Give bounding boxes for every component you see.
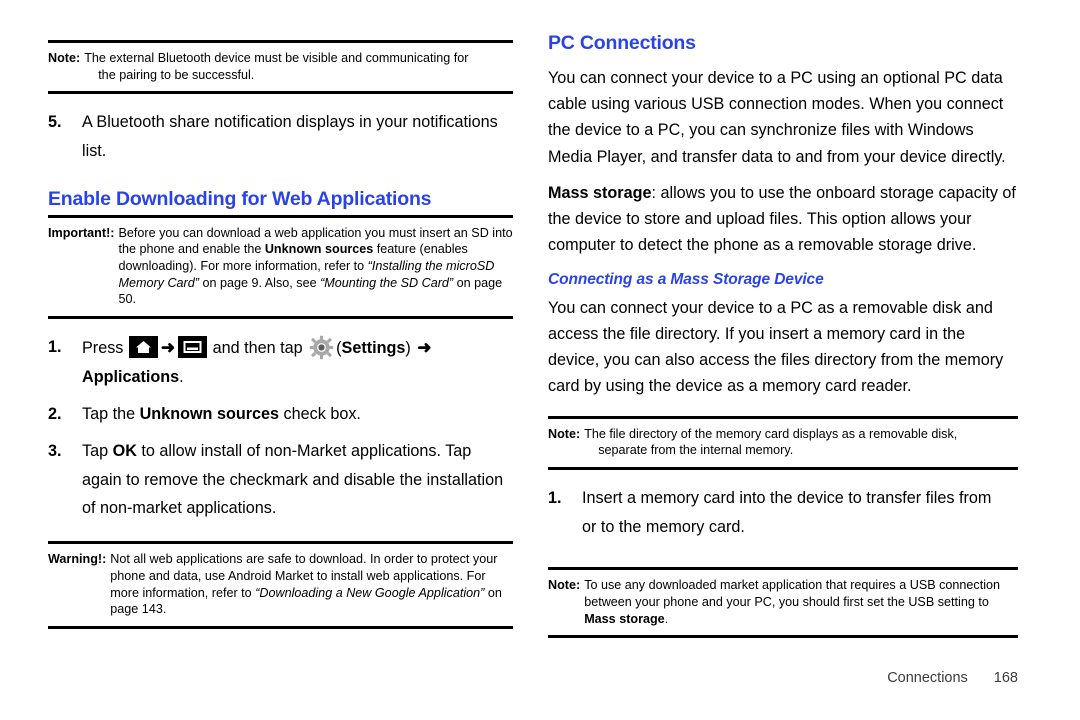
page-footer: Connections 168: [887, 670, 1018, 686]
footer-page-number: 168: [993, 670, 1018, 686]
step-text: A Bluetooth share notification displays …: [82, 108, 513, 166]
step-line-1: Insert a memory card into the device to …: [582, 488, 992, 507]
step-text: Press ➜ and then tap (Settings) ➜ Applica…: [82, 333, 513, 392]
step2-bold-unknown-sources: Unknown sources: [139, 405, 280, 423]
divider-after-warning: [48, 625, 513, 629]
list-item: 2. Tap the Unknown sources check box.: [48, 400, 513, 437]
note-label: Note:: [548, 578, 581, 593]
step-text: Insert a memory card into the device to …: [582, 484, 1018, 542]
step-line-1: A Bluetooth share notification displays …: [82, 113, 498, 132]
arrow-right-icon-2: ➜: [417, 337, 432, 357]
step-number: 3.: [48, 441, 62, 460]
arrow-right-icon: ➜: [160, 337, 176, 357]
step-number: 2.: [48, 405, 62, 423]
warning-text: Not all web applications are safe to dow…: [110, 551, 513, 617]
note-important: Important!: Before you can download a we…: [48, 218, 513, 316]
note-label: Note:: [48, 51, 81, 65]
list-item: 3. Tap OK to allow install of non-Market…: [48, 437, 513, 531]
step2-seg-1: Tap the: [82, 405, 140, 423]
step-number: 1.: [48, 337, 62, 356]
note-bluetooth: Note: The external Bluetooth device must…: [48, 43, 513, 91]
important-ref-mounting: “Mounting the SD Card”: [320, 275, 454, 290]
step-text: Tap the Unknown sources check box.: [82, 400, 513, 429]
note-text: The external Bluetooth device must be vi…: [84, 50, 513, 83]
step-number: 5.: [48, 113, 62, 132]
note-warning: Warning!: Not all web applications are s…: [48, 544, 513, 625]
step1-seg-paren-close: ): [405, 338, 411, 357]
note-line-1: The file directory of the memory card di…: [584, 426, 958, 441]
left-column: Note: The external Bluetooth device must…: [0, 0, 540, 720]
note-line-1: The external Bluetooth device must be vi…: [84, 51, 469, 65]
footer-chapter-name: Connections: [887, 670, 968, 686]
step2-seg-2: check box.: [279, 405, 361, 423]
step1-seg-press: Press: [82, 338, 124, 357]
paragraph-mass-storage: Mass storage: allows you to use the onbo…: [548, 180, 1018, 269]
note-file-directory: Note: The file directory of the memory c…: [548, 419, 1018, 467]
note-line-2: separate from the internal memory.: [598, 443, 794, 458]
note-text: To use any downloaded market application…: [584, 577, 1018, 627]
note-text: The file directory of the memory card di…: [584, 426, 1018, 459]
step1-bold-settings: Settings: [341, 338, 406, 357]
step1-seg-period: .: [179, 368, 184, 387]
step1-seg-and-then-tap: and then tap: [212, 338, 303, 357]
note-usb: Note: To use any downloaded market appli…: [548, 570, 1018, 635]
step3-seg-2: to allow install of non-Market applicati…: [82, 441, 504, 518]
step-number: 1.: [548, 488, 562, 507]
mass-storage-bold: Mass storage: [548, 183, 652, 202]
list-item: 1. Press ➜ and then tap (Settings) ➜ Appl…: [48, 333, 513, 400]
step3-bold-ok: OK: [112, 441, 137, 460]
home-icon[interactable]: [128, 335, 158, 358]
step-line-2: or to the memory card.: [582, 517, 745, 536]
right-column: PC Connections You can connect your devi…: [540, 0, 1080, 720]
paragraph-intro: You can connect your device to a PC usin…: [548, 69, 1006, 166]
warning-label: Warning!:: [48, 552, 107, 567]
note-usb-bold-mass-storage: Mass storage: [584, 611, 665, 626]
subsection-title-connecting-mass-storage: Connecting as a Mass Storage Device: [548, 270, 824, 288]
important-seg-5: on page 9. Also, see: [198, 275, 321, 290]
list-item: 5. A Bluetooth share notification displa…: [48, 108, 513, 174]
manual-page: Note: The external Bluetooth device must…: [0, 0, 1080, 720]
step-list-memory-card: 1. Insert a memory card into the device …: [548, 484, 1018, 550]
important-label: Important!:: [48, 225, 115, 240]
note-usb-seg-3: .: [664, 611, 669, 626]
step-line-2: list.: [82, 142, 107, 161]
important-text: Before you can download a web applicatio…: [118, 225, 513, 308]
step1-bold-applications: Applications: [82, 368, 180, 387]
menu-icon[interactable]: [178, 335, 208, 358]
gear-icon[interactable]: [309, 335, 334, 360]
divider-after-note-usb: [548, 635, 1018, 639]
step-list-bluetooth: 5. A Bluetooth share notification displa…: [48, 108, 513, 174]
warning-ref-downloading: “Downloading a New Google Application”: [255, 585, 485, 600]
step-list-enable-downloading: 1. Press ➜ and then tap (Settings) ➜ Appl…: [48, 333, 513, 531]
paragraph-connect-removable-disk: You can connect your device to a PC as a…: [548, 298, 1004, 396]
section-title-pc-connections: PC Connections: [548, 32, 696, 54]
note-label: Note:: [548, 426, 581, 441]
note-line-2: the pairing to be successful.: [98, 67, 255, 82]
page-title: Enable Downloading for Web Applications: [48, 187, 432, 210]
step-text: Tap OK to allow install of non-Market ap…: [82, 437, 513, 523]
list-item: 1. Insert a memory card into the device …: [548, 484, 1018, 550]
step3-seg-1: Tap: [82, 441, 113, 460]
important-bold-unknown-sources: Unknown sources: [264, 242, 374, 257]
note-usb-seg-1: To use any downloaded market application…: [584, 578, 1001, 610]
